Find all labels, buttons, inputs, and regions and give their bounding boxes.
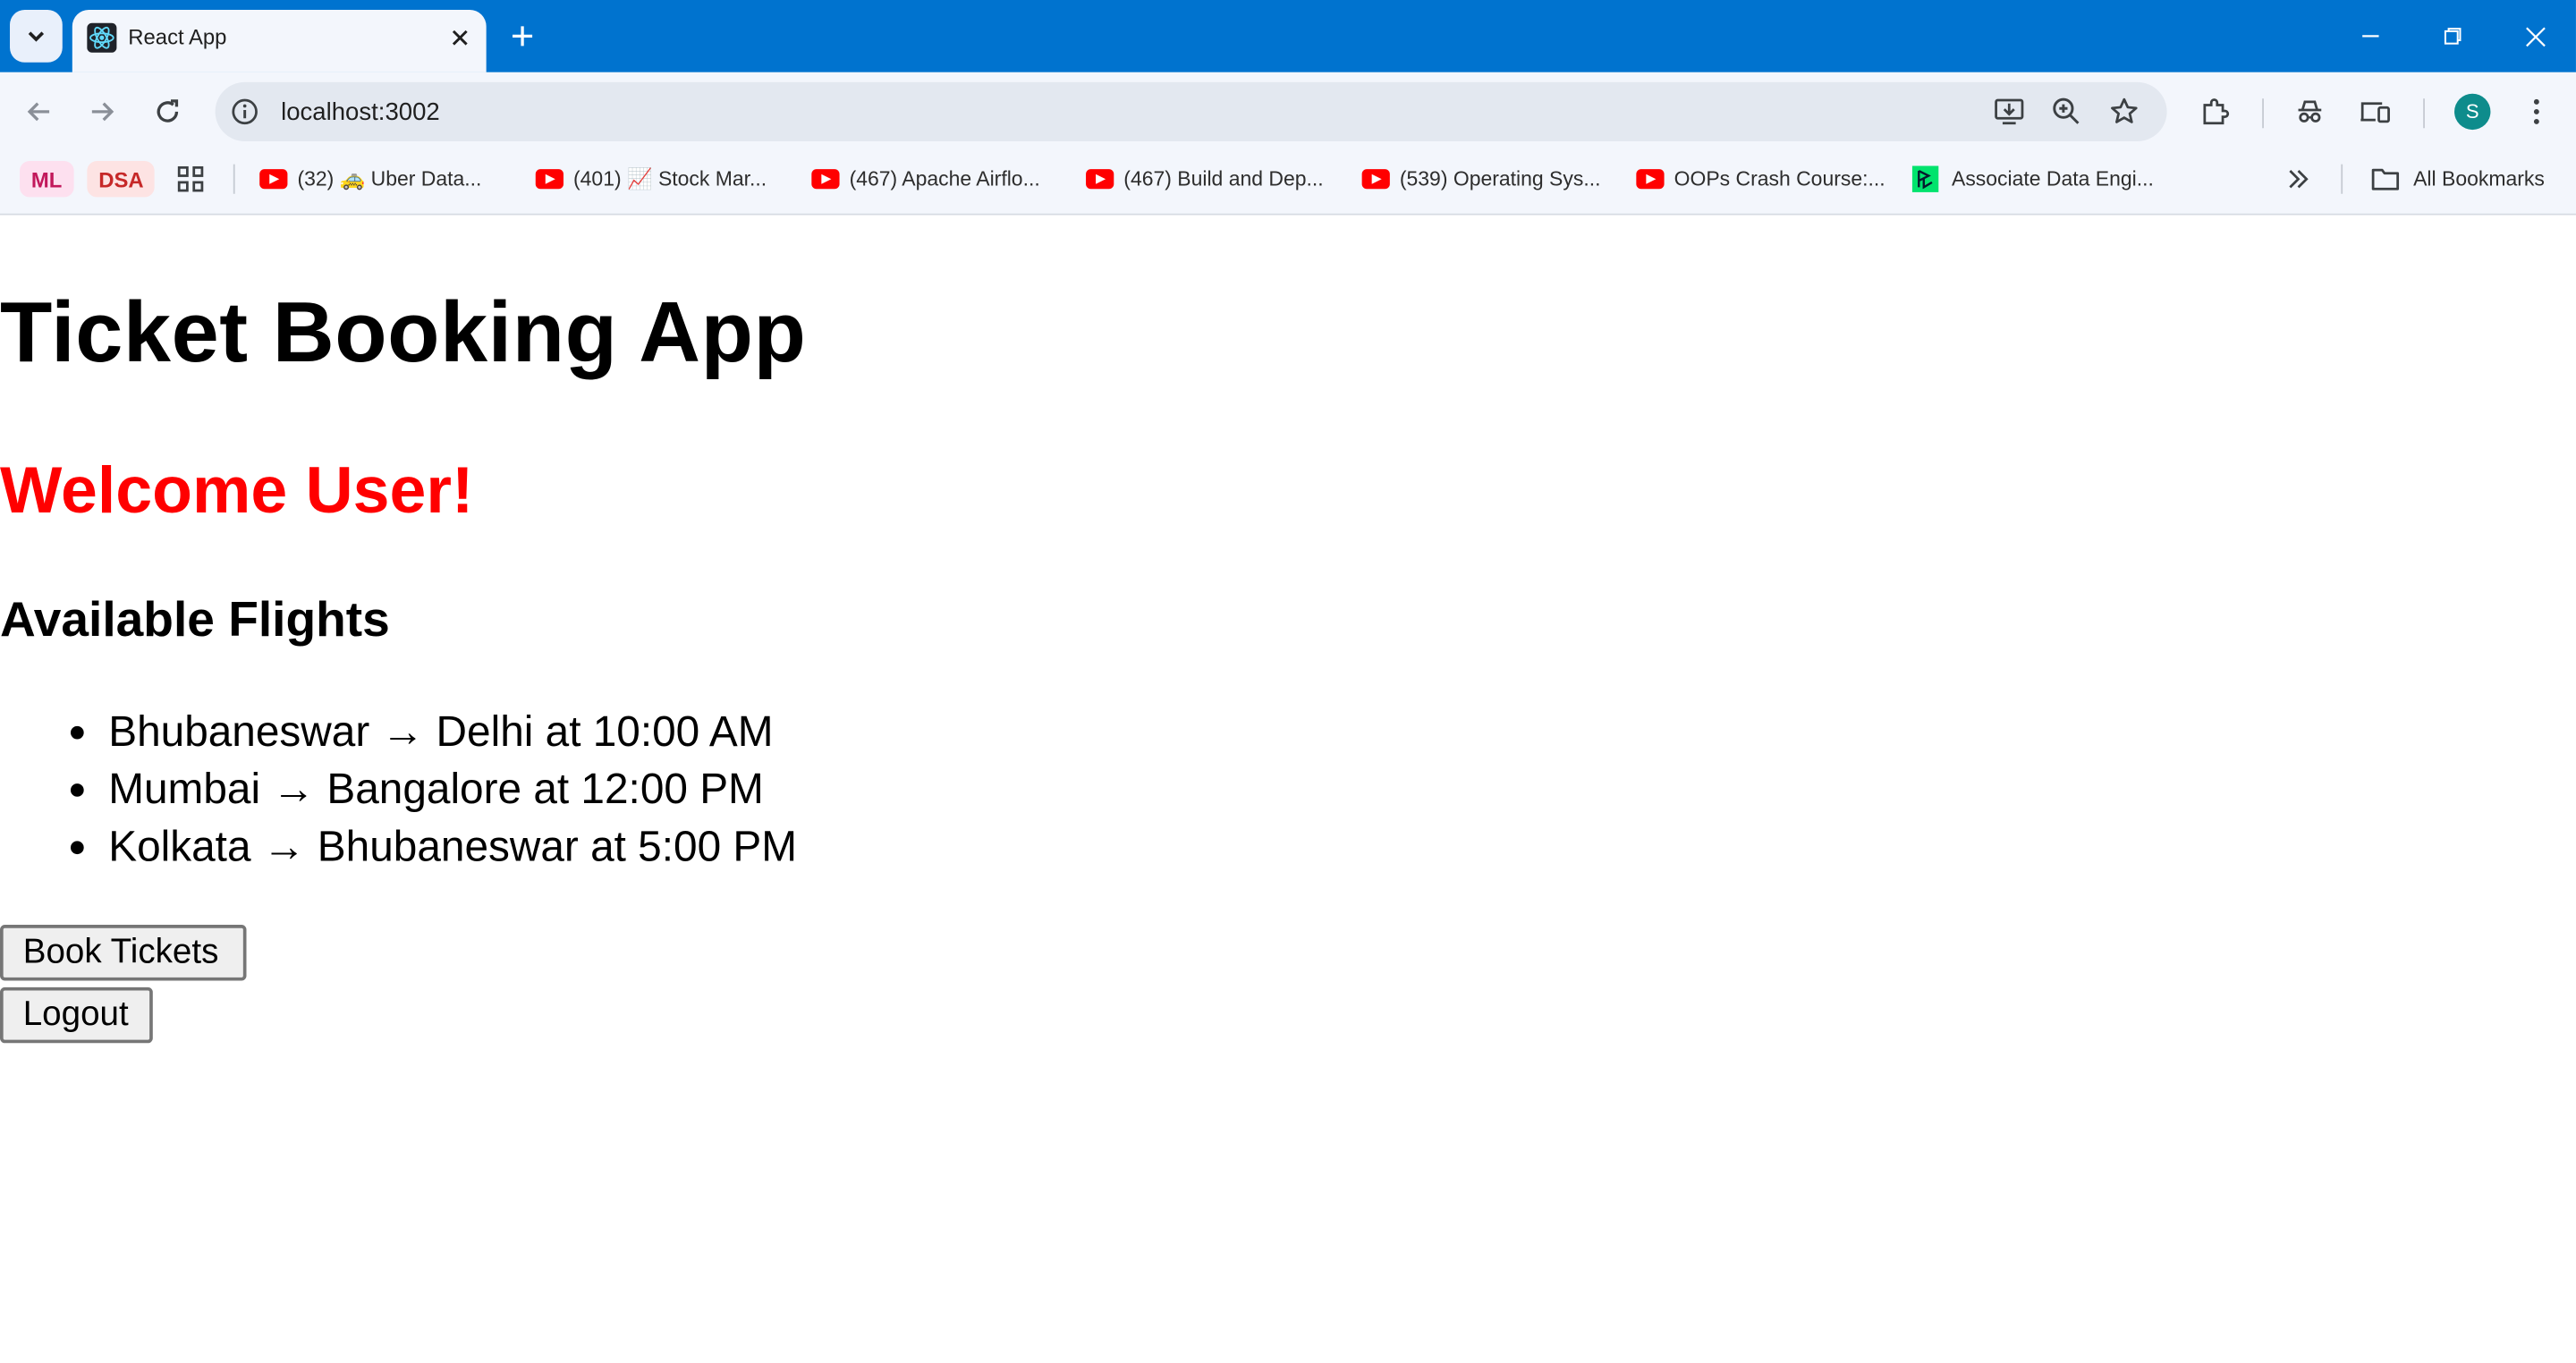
arrow-left-icon <box>27 102 50 122</box>
bookmarks-divider <box>2341 164 2343 194</box>
bookmark-label: OOPs Crash Course:... <box>1674 167 1885 191</box>
datacamp-icon <box>1911 165 1939 192</box>
minimize-button[interactable] <box>2346 10 2395 63</box>
extensions-icon[interactable] <box>2195 92 2234 131</box>
tab-search-button[interactable] <box>10 10 63 63</box>
chevron-double-right-icon <box>2289 170 2309 189</box>
flight-item: Kolkata → Bhubaneswar at 5:00 PM <box>108 818 797 876</box>
logout-button[interactable]: Logout <box>0 986 153 1044</box>
flights-list: Bhubaneswar → Delhi at 10:00 AM Mumbai →… <box>0 703 797 876</box>
address-bar[interactable]: localhost:3002 <box>215 81 2167 141</box>
more-menu-icon[interactable] <box>2517 92 2556 131</box>
flight-item: Mumbai → Bangalore at 12:00 PM <box>108 760 797 817</box>
bookmark-label: Associate Data Engi... <box>1951 167 2154 191</box>
page-content: Ticket Booking App Welcome User! Availab… <box>0 215 2576 1363</box>
toolbar-divider <box>2423 98 2425 129</box>
incognito-icon[interactable] <box>2290 92 2329 131</box>
react-icon <box>87 22 117 53</box>
bookmark-label: (467) Apache Airflo... <box>849 167 1040 191</box>
bookmarks-bar: ML DSA (32) 🚕 Uber Data... (401) 📈 Stock… <box>0 150 2576 216</box>
close-icon <box>2525 26 2545 47</box>
devices-icon[interactable] <box>2356 92 2395 131</box>
tab-close-button[interactable] <box>444 21 477 55</box>
bookmark-folder-ml[interactable]: ML <box>20 160 74 198</box>
more-bookmarks-button[interactable] <box>2285 161 2311 197</box>
install-app-icon[interactable] <box>1993 96 2026 129</box>
site-info-icon[interactable] <box>228 96 261 129</box>
bookmark-item[interactable]: (32) 🚕 Uber Data... <box>259 161 481 197</box>
bookmark-star-icon[interactable] <box>2107 96 2140 129</box>
apps-grid-icon <box>177 165 204 192</box>
restore-icon <box>2444 28 2462 45</box>
close-window-button[interactable] <box>2510 10 2559 63</box>
all-bookmarks-label: All Bookmarks <box>2413 167 2545 191</box>
flights-heading: Available Flights <box>0 593 390 648</box>
all-bookmarks-button[interactable]: All Bookmarks <box>2370 161 2545 197</box>
bookmark-label: (401) 📈 Stock Mar... <box>573 166 767 190</box>
bookmark-item[interactable]: (467) Build and Dep... <box>1086 161 1324 197</box>
page-title: Ticket Booking App <box>0 285 807 382</box>
restore-button[interactable] <box>2428 10 2478 63</box>
new-tab-button[interactable] <box>499 15 545 58</box>
bookmark-item[interactable]: (401) 📈 Stock Mar... <box>535 161 767 197</box>
profile-avatar[interactable]: S <box>2454 93 2491 131</box>
bookmarks-divider <box>233 164 235 194</box>
toolbar-divider <box>2262 98 2264 129</box>
chevron-down-icon <box>28 31 45 42</box>
youtube-icon <box>811 169 840 190</box>
youtube-icon <box>1636 169 1665 190</box>
bookmark-item[interactable]: (539) Operating Sys... <box>1361 161 1601 197</box>
bookmark-label: (539) Operating Sys... <box>1399 167 1601 191</box>
welcome-message: Welcome User! <box>0 454 474 528</box>
flight-item: Bhubaneswar → Delhi at 10:00 AM <box>108 703 797 760</box>
apps-grid-button[interactable] <box>176 161 206 197</box>
reload-button[interactable] <box>145 89 191 134</box>
arrow-right-icon <box>91 102 114 122</box>
minimize-icon <box>2362 35 2379 38</box>
book-tickets-button[interactable]: Book Tickets <box>0 925 247 981</box>
youtube-icon <box>1086 169 1114 190</box>
browser-toolbar: localhost:3002 S <box>0 72 2576 151</box>
youtube-icon <box>535 169 564 190</box>
bookmark-label: (32) 🚕 Uber Data... <box>297 166 482 190</box>
browser-window: React App localhost:3002 S ML DSA (32) 🚕… <box>0 0 2576 1363</box>
reload-icon <box>157 99 179 123</box>
tab-title: React App <box>128 24 227 50</box>
url-text: localhost:3002 <box>281 98 440 127</box>
title-bar: React App <box>0 0 2576 72</box>
bookmark-folder-dsa[interactable]: DSA <box>87 160 156 198</box>
folder-icon <box>2371 168 2400 190</box>
bookmark-item[interactable]: OOPs Crash Course:... <box>1636 161 1885 197</box>
plus-icon <box>513 26 533 47</box>
bookmark-label: (467) Build and Dep... <box>1123 167 1324 191</box>
forward-button[interactable] <box>79 89 124 134</box>
bookmark-item[interactable]: (467) Apache Airflo... <box>811 161 1040 197</box>
youtube-icon <box>1361 169 1390 190</box>
youtube-icon <box>259 169 288 190</box>
zoom-icon[interactable] <box>2050 96 2083 129</box>
back-button[interactable] <box>16 89 62 134</box>
bookmark-item[interactable]: Associate Data Engi... <box>1911 161 2154 197</box>
active-tab[interactable]: React App <box>72 10 487 72</box>
close-icon <box>452 30 468 46</box>
